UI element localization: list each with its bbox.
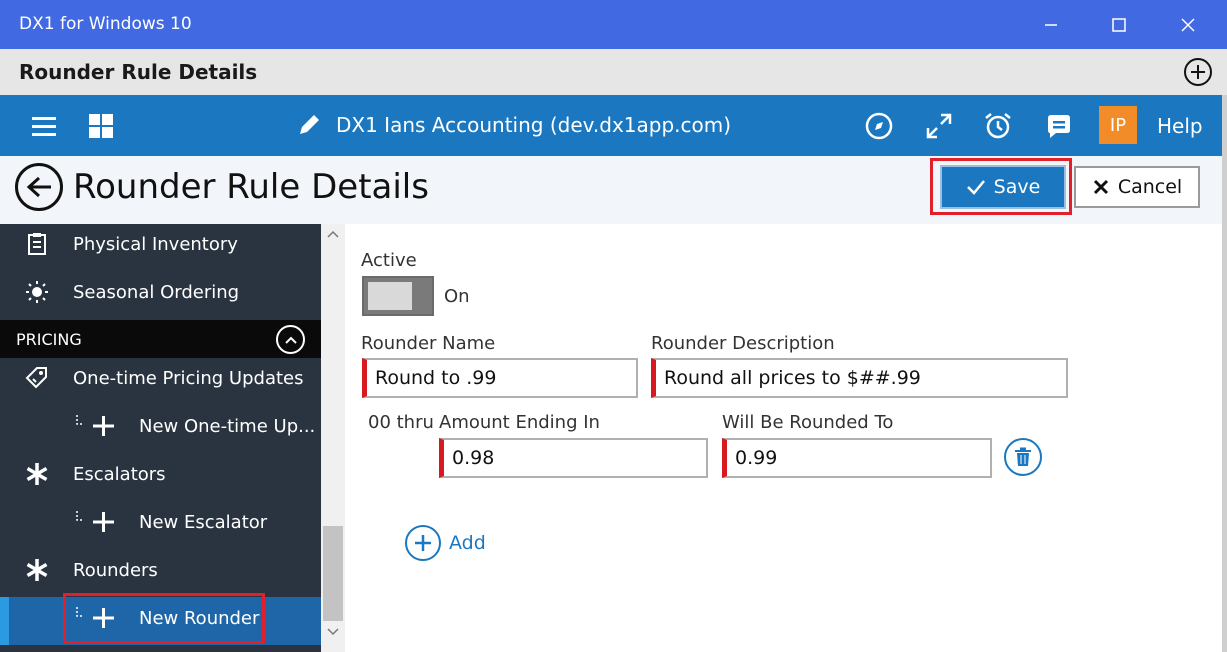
messages-button[interactable] — [1042, 109, 1076, 143]
sidebar-item-rounders[interactable]: Rounders — [0, 546, 321, 594]
company-selector[interactable]: DX1 Ians Accounting (dev.dx1app.com) — [296, 112, 731, 138]
sidebar-item-label: Seasonal Ordering — [73, 281, 240, 303]
section-label: PRICING — [16, 330, 82, 349]
sidebar-scrollbar[interactable] — [321, 224, 345, 652]
range-prefix-label: 00 thru — [368, 412, 434, 433]
expand-icon — [926, 113, 952, 139]
close-x-icon — [1093, 179, 1108, 195]
menu-button[interactable] — [27, 109, 61, 143]
amount-ending-field[interactable] — [439, 438, 708, 478]
sidebar-item-physical-inventory[interactable]: Physical Inventory — [0, 220, 321, 268]
sun-icon — [24, 279, 50, 305]
plus-circle-icon — [405, 525, 441, 561]
active-state-text: On — [444, 286, 470, 307]
active-label: Active — [361, 250, 417, 271]
rounded-to-label: Will Be Rounded To — [722, 412, 894, 433]
sidebar-item-label: Physical Inventory — [73, 233, 238, 255]
cancel-label: Cancel — [1117, 176, 1183, 198]
sidebar-item-one-time-pricing[interactable]: One-time Pricing Updates — [0, 354, 321, 402]
new-rounder-highlight-box — [63, 593, 265, 644]
grid-icon — [89, 114, 113, 138]
clipboard-icon — [24, 231, 50, 257]
rounder-description-label: Rounder Description — [651, 333, 835, 354]
add-label: Add — [449, 532, 486, 554]
maximize-button[interactable] — [1096, 0, 1142, 49]
scrollbar-thumb[interactable] — [323, 526, 343, 621]
page-header: Rounder Rule Details — [0, 49, 1227, 95]
checkmark-icon — [966, 180, 985, 195]
add-row-button[interactable]: Add — [405, 525, 486, 561]
company-name: DX1 Ians Accounting (dev.dx1app.com) — [336, 113, 732, 137]
delete-row-button[interactable] — [1004, 438, 1042, 476]
compass-icon — [865, 112, 893, 140]
sidebar-item-new-one-time-update[interactable]: New One-time Up... — [0, 402, 321, 450]
sidebar-item-label: New One-time Up... — [139, 415, 316, 437]
back-button[interactable] — [15, 163, 63, 211]
rounder-description-field[interactable] — [651, 358, 1068, 398]
add-page-button[interactable] — [1183, 57, 1213, 87]
detail-title: Rounder Rule Details — [73, 167, 429, 207]
minimize-button[interactable] — [1028, 0, 1074, 49]
close-button[interactable] — [1165, 0, 1211, 49]
dashboard-button[interactable] — [84, 109, 118, 143]
fullscreen-button[interactable] — [922, 109, 956, 143]
sidebar-item-label: One-time Pricing Updates — [73, 367, 304, 389]
rounder-description-input[interactable] — [664, 367, 1066, 389]
window-titlebar[interactable]: DX1 for Windows 10 — [0, 0, 1227, 49]
sidebar-item-seasonal-ordering[interactable]: Seasonal Ordering — [0, 268, 321, 316]
pencil-icon — [300, 115, 319, 134]
trash-icon — [1015, 447, 1031, 466]
reminders-button[interactable] — [981, 109, 1015, 143]
app-window: DX1 for Windows 10 Rounder Rule Details — [0, 0, 1227, 652]
sidebar-item-escalators[interactable]: Escalators — [0, 450, 321, 498]
price-tag-icon — [24, 365, 50, 391]
navigate-button[interactable] — [862, 109, 896, 143]
save-label: Save — [993, 176, 1041, 198]
rounded-to-field[interactable] — [722, 438, 992, 478]
page-title: Rounder Rule Details — [19, 60, 258, 84]
plus-circle-icon — [1184, 58, 1212, 86]
plus-icon — [74, 413, 120, 439]
rounder-name-field[interactable] — [362, 358, 638, 398]
amount-ending-label: Amount Ending In — [439, 412, 600, 433]
window-title: DX1 for Windows 10 — [19, 14, 192, 34]
scroll-up-icon[interactable] — [325, 228, 341, 244]
asterisk-icon — [24, 461, 50, 487]
scroll-down-icon[interactable] — [325, 626, 341, 642]
sidebar-item-new-escalator[interactable]: New Escalator — [0, 498, 321, 546]
alarm-icon — [985, 113, 1011, 139]
sidebar-section-pricing[interactable]: PRICING — [0, 320, 321, 358]
arrow-left-icon — [26, 176, 51, 198]
menu-icon — [32, 117, 56, 136]
window-right-edge — [1222, 95, 1227, 652]
chevron-up-icon[interactable] — [276, 325, 305, 354]
user-avatar[interactable]: IP — [1099, 106, 1137, 144]
cancel-button[interactable]: Cancel — [1074, 166, 1200, 208]
rounder-name-label: Rounder Name — [361, 333, 496, 354]
toggle-knob — [368, 282, 412, 310]
active-toggle[interactable] — [362, 276, 434, 316]
rounder-name-input[interactable] — [375, 367, 636, 389]
save-button[interactable]: Save — [940, 165, 1066, 209]
plus-icon — [74, 509, 120, 535]
sidebar-item-label: Escalators — [73, 463, 166, 485]
help-link[interactable]: Help — [1157, 114, 1203, 138]
rounded-to-input[interactable] — [735, 447, 990, 469]
maximize-icon — [1112, 17, 1126, 32]
amount-ending-input[interactable] — [452, 447, 706, 469]
minimize-icon — [1045, 23, 1057, 26]
chat-icon — [1048, 115, 1070, 138]
close-icon — [1181, 17, 1195, 32]
app-navbar: DX1 Ians Accounting (dev.dx1app.com) — [0, 95, 1222, 156]
sidebar-item-label: New Escalator — [139, 511, 268, 533]
sidebar-item-label: Rounders — [73, 559, 158, 581]
asterisk-icon — [24, 557, 50, 583]
